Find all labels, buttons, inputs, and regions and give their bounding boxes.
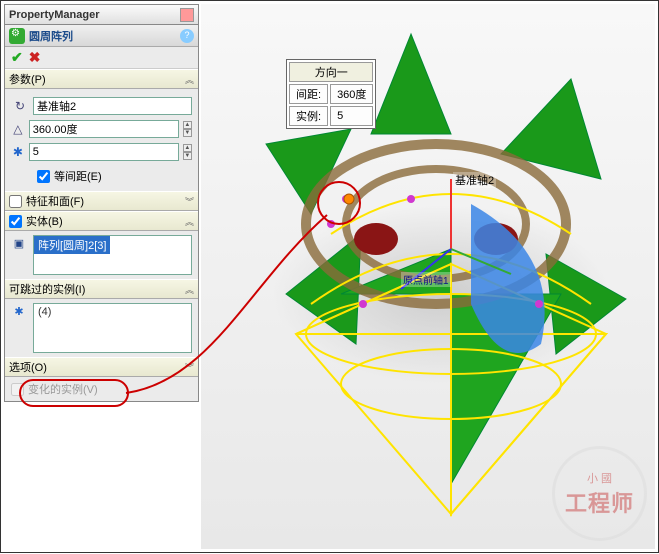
angle-spinner[interactable]: ▲▼	[183, 121, 192, 137]
axis-icon: ↻	[11, 97, 29, 115]
skip-listbox[interactable]: (4)	[33, 303, 192, 353]
instance-count-input[interactable]	[29, 143, 179, 161]
count-icon: ✱	[11, 143, 25, 161]
axis-label: 基准轴2	[453, 172, 496, 188]
angle-icon: △	[11, 120, 25, 138]
section-bodies[interactable]: 实体(B)︽	[5, 211, 198, 231]
count-spinner[interactable]: ▲▼	[183, 144, 192, 160]
equal-spacing-checkbox[interactable]: 等间距(E)	[37, 168, 192, 184]
pin-icon[interactable]	[180, 8, 194, 22]
watermark: 小 國 工程师	[552, 446, 647, 541]
skipped-instance-marker	[344, 194, 354, 204]
section-options[interactable]: 选项(O)︾	[5, 357, 198, 377]
varied-instances-checkbox: 变化的实例(V)	[11, 381, 192, 397]
callout-count[interactable]: 5	[330, 106, 373, 126]
chevron-down-icon: ︾	[185, 195, 194, 208]
property-manager-panel: PropertyManager 圆周阵列 ? ✔ ✖ 参数(P)︽ ↻ △ ▲▼…	[4, 4, 199, 402]
callout-spacing[interactable]: 360度	[330, 84, 373, 104]
features-faces-checkbox[interactable]	[9, 195, 22, 208]
skip-list-item: (4)	[38, 306, 51, 318]
pattern-axis-input[interactable]	[33, 97, 192, 115]
callout-title: 方向一	[289, 62, 373, 82]
chevron-up-icon: ︽	[185, 73, 194, 86]
feature-title-bar: 圆周阵列 ?	[5, 25, 198, 47]
viewport-3d[interactable]: 基准轴2 原点前轴1 方向一 间距:360度 实例:5 小 國 工程师	[201, 4, 655, 549]
origin-label: 原点前轴1	[401, 272, 451, 287]
bodies-checkbox[interactable]	[9, 215, 22, 228]
ok-button[interactable]: ✔	[11, 49, 23, 66]
bodies-list-item: 阵列[圆周]2[3]	[34, 236, 110, 254]
help-icon[interactable]: ?	[180, 29, 194, 43]
pm-header: PropertyManager	[5, 5, 198, 25]
section-parameters[interactable]: 参数(P)︽	[5, 69, 198, 89]
bodies-listbox[interactable]: 阵列[圆周]2[3]	[33, 235, 192, 275]
angle-input[interactable]	[29, 120, 179, 138]
cancel-button[interactable]: ✖	[29, 49, 41, 66]
feature-title: 圆周阵列	[29, 28, 73, 44]
direction-callout[interactable]: 方向一 间距:360度 实例:5	[286, 59, 376, 129]
body-icon: ▣	[11, 237, 27, 253]
section-features-faces[interactable]: 特征和面(F)︾	[5, 191, 198, 211]
circular-pattern-icon	[9, 28, 25, 44]
skip-icon: ✱	[11, 305, 27, 321]
section-skip[interactable]: 可跳过的实例(I)︽	[5, 279, 198, 299]
